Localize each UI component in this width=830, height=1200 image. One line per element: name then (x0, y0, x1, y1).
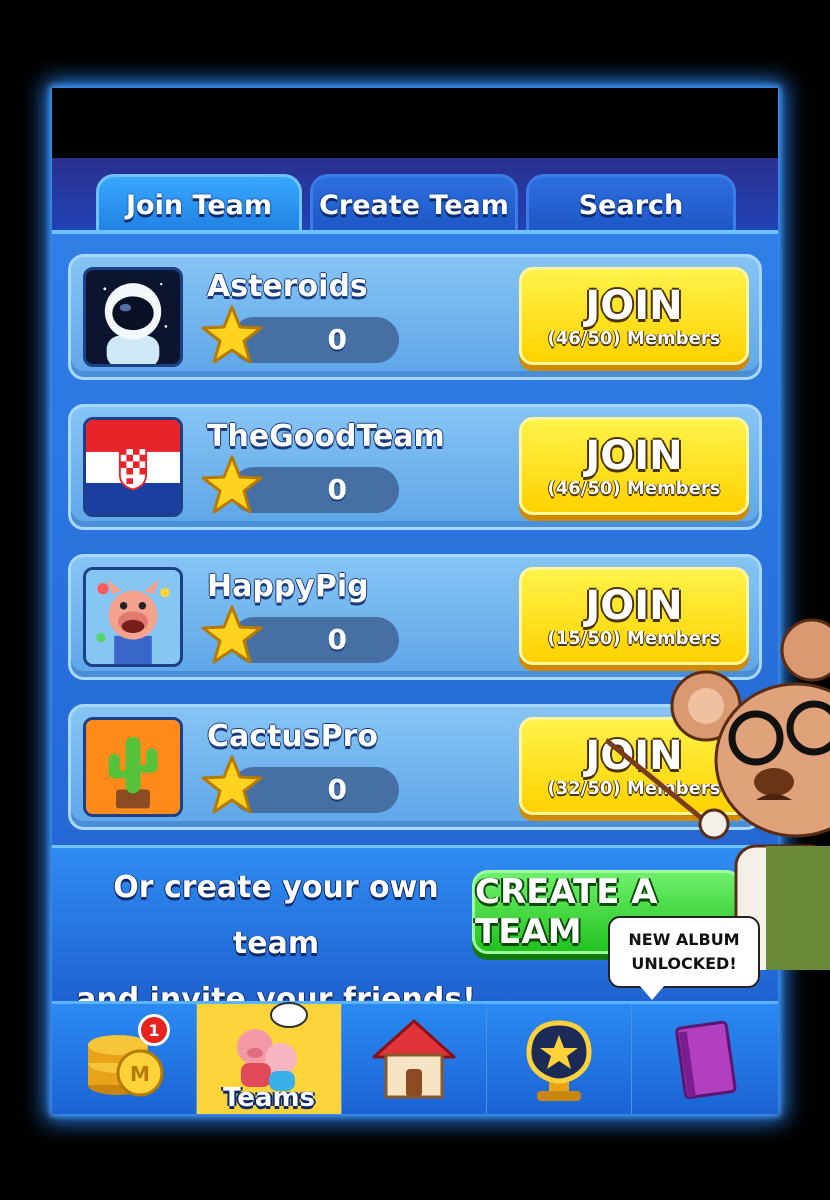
star-icon (201, 455, 263, 514)
svg-text:M: M (130, 1062, 150, 1086)
star-icon (201, 755, 263, 814)
home-icon (372, 1019, 456, 1098)
member-count: (46/50) Members (547, 477, 721, 499)
tab-create-team[interactable]: Create Team (310, 174, 518, 234)
cactus-icon (83, 717, 183, 817)
tab-search[interactable]: Search (526, 174, 736, 234)
team-card: Asteroids 0 JOIN (46/50) Members (68, 254, 762, 380)
join-label: JOIN (585, 432, 683, 479)
nav-home[interactable] (342, 1004, 487, 1114)
star-icon (201, 305, 263, 364)
team-name: CactusPro (207, 719, 378, 754)
star-icon (201, 605, 263, 664)
new-album-tooltip: NEW ALBUM UNLOCKED! (608, 916, 760, 988)
nav-teams-label: Teams (222, 1083, 316, 1113)
join-button[interactable]: JOIN (46/50) Members (519, 267, 749, 365)
trophy-star-icon (526, 1019, 592, 1101)
score-value: 0 (327, 323, 347, 356)
nav-shop[interactable]: M 1 (52, 1004, 197, 1114)
tooltip-line-2: UNLOCKED! (631, 954, 737, 973)
notification-badge: 1 (138, 1014, 170, 1046)
member-count: (46/50) Members (547, 327, 721, 349)
team-name: HappyPig (207, 569, 369, 604)
astronaut-icon (83, 267, 183, 367)
pig-icon (83, 567, 183, 667)
nav-teams[interactable]: Teams (197, 1001, 342, 1114)
nav-album[interactable] (632, 1004, 777, 1114)
tooltip-tail (640, 986, 664, 1000)
team-name: Asteroids (207, 269, 368, 304)
team-card: TheGoodTeam 0 JOIN (46/50) Members (68, 404, 762, 530)
tab-join-team[interactable]: Join Team (96, 174, 302, 234)
team-name: TheGoodTeam (207, 419, 445, 454)
score-value: 0 (327, 773, 347, 806)
nav-trophy[interactable] (487, 1004, 632, 1114)
album-book-icon (674, 1020, 736, 1099)
bottom-nav: M 1 Teams (52, 1001, 778, 1114)
join-label: JOIN (585, 282, 683, 329)
prompt-line-1: Or create your own team (113, 870, 439, 961)
join-button[interactable]: JOIN (46/50) Members (519, 417, 749, 515)
top-bar (52, 88, 778, 158)
score-value: 0 (327, 623, 347, 656)
score-value: 0 (327, 473, 347, 506)
croatia-flag-icon (83, 417, 183, 517)
tooltip-line-1: NEW ALBUM (628, 930, 740, 949)
